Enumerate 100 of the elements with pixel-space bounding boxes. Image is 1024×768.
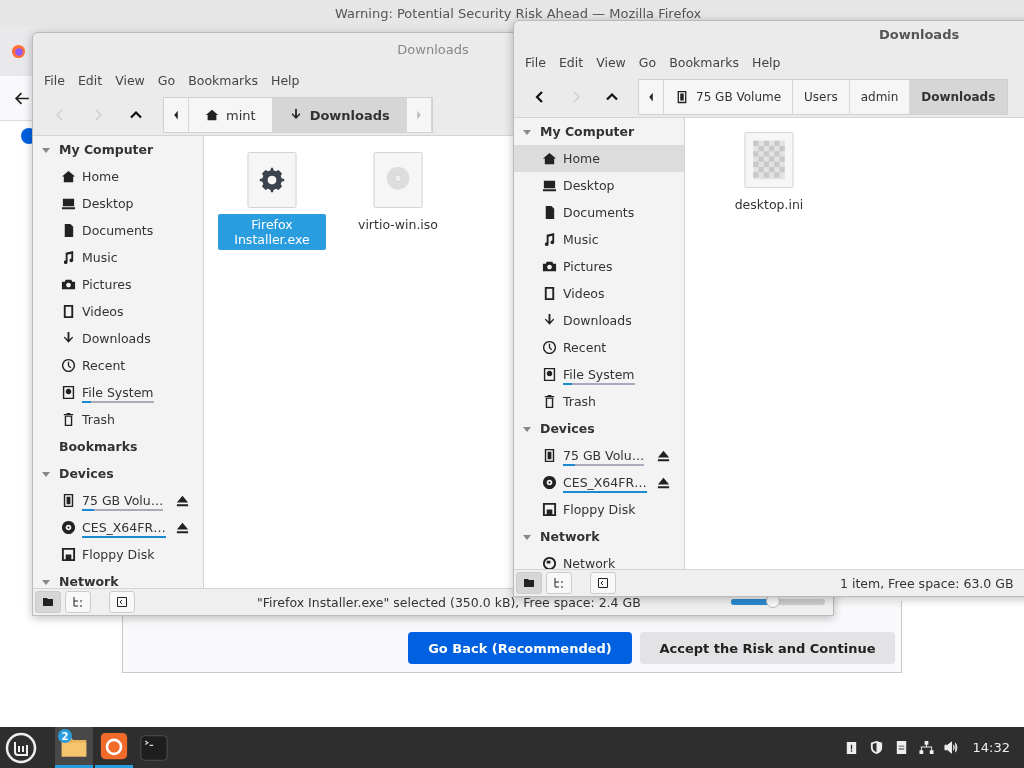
menu-item[interactable]: File [520, 52, 551, 72]
left-triangle-icon [172, 108, 180, 122]
notification-badge: 2 [58, 729, 72, 743]
sidebar-item[interactable]: CES_X64FR… [33, 514, 203, 541]
sidebar-item[interactable]: Music [514, 226, 684, 253]
status-text: "Firefox Installer.exe" selected (350.0 kB), Free space: 2.4 GB [257, 594, 641, 610]
sidebar-item[interactable]: Floppy Disk [33, 541, 203, 568]
sidebar-item[interactable]: Videos [33, 298, 203, 325]
eject-icon[interactable] [175, 520, 190, 535]
down-arrow-icon [61, 331, 76, 346]
tree-icon [553, 577, 565, 589]
places-view-button[interactable] [35, 591, 61, 613]
sidebar-item[interactable]: 75 GB Volu… [33, 487, 203, 514]
sidebar-item[interactable]: File System [514, 361, 684, 388]
panel-icon [116, 596, 128, 608]
menu-item[interactable]: Go [152, 70, 181, 90]
section-heading: Network [59, 574, 119, 588]
menu-item[interactable]: File [39, 70, 70, 90]
sidebar-item[interactable]: Recent [514, 334, 684, 361]
terminal-icon [140, 733, 168, 762]
go-back-button[interactable]: Go Back (Recommended) [408, 632, 632, 664]
floppy-icon [542, 502, 557, 517]
sidebar-item[interactable]: Desktop [33, 190, 203, 217]
browser-icon [100, 732, 128, 760]
sidebar-item[interactable]: Desktop [514, 172, 684, 199]
section-heading: My Computer [59, 142, 154, 157]
trash-icon [61, 412, 76, 427]
sidebar-item[interactable]: Pictures [514, 253, 684, 280]
clock-icon [61, 358, 76, 373]
trash-icon [542, 394, 557, 409]
menu-logo-icon[interactable] [5, 731, 37, 764]
window-title: Downloads [397, 41, 469, 57]
section-heading: Bookmarks [59, 439, 138, 454]
menu-item[interactable]: View [110, 70, 150, 90]
path-button[interactable]: Downloads [910, 80, 1008, 114]
section-heading: Devices [59, 466, 114, 481]
sidebar-item[interactable]: 75 GB Volu… [514, 442, 684, 469]
gear-file-icon[interactable] [244, 152, 300, 208]
sidebar-item[interactable]: Network [514, 550, 684, 569]
path-button[interactable]: Downloads [272, 98, 407, 132]
eject-icon[interactable] [656, 475, 671, 490]
sidebar-item[interactable]: Downloads [514, 307, 684, 334]
sidebar-item[interactable]: Documents [514, 199, 684, 226]
places-view-button[interactable] [516, 572, 542, 594]
section-heading: My Computer [540, 124, 635, 139]
sidebar-item[interactable]: Home [33, 163, 203, 190]
accept-button[interactable]: Accept the Risk and Continue [640, 632, 895, 664]
panel-icon [597, 577, 609, 589]
monitor-icon [61, 196, 76, 211]
drive-icon [542, 448, 557, 463]
eject-icon[interactable] [656, 448, 671, 463]
file-name[interactable]: desktop.ini [730, 194, 808, 215]
menu-item[interactable]: Help [747, 52, 786, 72]
music-note-icon [542, 232, 557, 247]
sidebar-item[interactable]: CES_X64FR… [514, 469, 684, 496]
sidebar-item[interactable]: Floppy Disk [514, 496, 684, 523]
floppy-icon [61, 547, 76, 562]
left-triangle-icon [647, 90, 655, 104]
film-icon [61, 304, 76, 319]
sidebar-item[interactable]: Videos [514, 280, 684, 307]
menu-item[interactable]: Help [266, 70, 305, 90]
sidebar-item[interactable]: Music [33, 244, 203, 271]
file-name[interactable]: virtio-win.iso [354, 214, 442, 235]
menu-item[interactable]: Bookmarks [183, 70, 263, 90]
section-heading: Devices [540, 421, 595, 436]
right-triangle-icon [414, 108, 423, 122]
menu-item[interactable]: View [591, 52, 631, 72]
sidebar-item[interactable]: Recent [33, 352, 203, 379]
monitor-icon [542, 178, 557, 193]
window-title: Warning: Potential Security Risk Ahead — Mozilla Firefox [335, 5, 702, 21]
menu-item[interactable]: Go [633, 52, 662, 72]
sidebar-item[interactable]: Trash [33, 406, 203, 433]
globe-icon [542, 556, 557, 569]
firefox-tab-icon[interactable] [11, 43, 26, 59]
sidebar-item[interactable]: Pictures [33, 271, 203, 298]
house-icon [61, 169, 76, 184]
window-title: Downloads [879, 26, 960, 42]
house-icon [205, 108, 219, 122]
toggle-view-button[interactable] [109, 591, 135, 613]
sidebar-item[interactable]: Documents [33, 217, 203, 244]
camera-icon [542, 259, 557, 274]
status-text: 1 item, Free space: 63.0 GB [840, 575, 1014, 591]
house-icon [542, 151, 557, 166]
drive-icon [675, 90, 689, 104]
menu-item[interactable]: Edit [72, 70, 108, 90]
sidebar-item[interactable]: Trash [514, 388, 684, 415]
clock-text[interactable]: 14:32 [972, 740, 1010, 755]
sidebar-item[interactable]: File System [33, 379, 203, 406]
shield-icon[interactable] [868, 740, 884, 755]
drive-icon [61, 493, 76, 508]
sidebar-item[interactable]: Home [514, 145, 684, 172]
speaker-icon[interactable] [943, 740, 959, 755]
toggle-view-button[interactable] [590, 572, 616, 594]
film-icon [542, 286, 557, 301]
menu-item[interactable]: Edit [553, 52, 589, 72]
menu-item[interactable]: Bookmarks [664, 52, 744, 72]
network-icon[interactable] [918, 740, 934, 755]
eject-icon[interactable] [175, 493, 190, 508]
folder-icon [42, 596, 54, 608]
sidebar-item[interactable]: Downloads [33, 325, 203, 352]
